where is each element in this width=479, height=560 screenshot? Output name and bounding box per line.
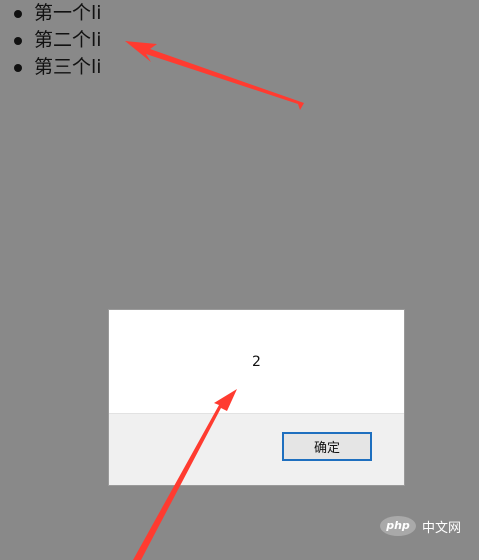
alert-message: 2 (252, 354, 261, 370)
list-item: 第三个li (14, 54, 102, 81)
alert-dialog: 2 确定 (108, 309, 405, 486)
watermark: php 中文网 (380, 516, 461, 536)
page: 第一个li 第二个li 第三个li 2 确定 php 中文网 (0, 0, 479, 560)
bullet-icon (14, 10, 22, 18)
bullet-list: 第一个li 第二个li 第三个li (14, 0, 102, 81)
arrow-to-second-item-icon (125, 41, 304, 110)
alert-dialog-footer: 确定 (109, 413, 404, 485)
list-item: 第二个li (14, 27, 102, 54)
php-logo-icon: php (380, 516, 416, 536)
watermark-site-text: 中文网 (422, 520, 462, 536)
list-item-label: 第三个li (34, 56, 102, 78)
bullet-icon (14, 37, 22, 45)
list-item-label: 第二个li (34, 29, 102, 51)
alert-dialog-body: 2 (109, 310, 404, 414)
ok-button[interactable]: 确定 (282, 432, 372, 461)
list-item: 第一个li (14, 0, 102, 27)
bullet-icon (14, 64, 22, 72)
list-item-label: 第一个li (34, 2, 102, 24)
